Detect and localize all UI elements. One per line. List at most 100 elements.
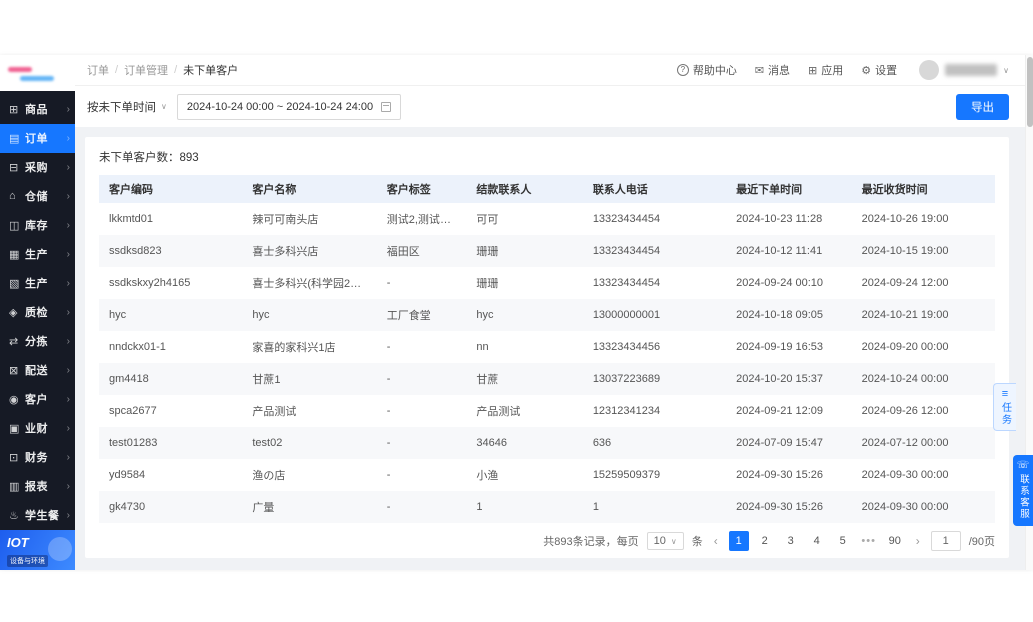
page-button-1[interactable]: 1 (728, 531, 749, 551)
topbar-action-message[interactable]: ✉ 消息 (755, 62, 790, 78)
chevron-right-icon: › (66, 335, 70, 347)
sidebar-item-orders[interactable]: ▤ 订单 › (0, 123, 75, 153)
sidebar-item-production2[interactable]: ▧ 生产 › (0, 269, 75, 298)
sidebar-item-production1[interactable]: ▦ 生产 › (0, 240, 75, 269)
page-ellipsis: ••• (861, 535, 876, 547)
sidebar-item-quality[interactable]: ◈ 质检 › (0, 298, 75, 327)
total-records-text: 共893条记录，每页 (543, 536, 639, 548)
username-redacted (945, 64, 998, 76)
user-menu[interactable]: ∨ (919, 60, 1009, 80)
page-button-4[interactable]: 4 (807, 531, 827, 551)
contact-service-floating-button[interactable]: ☏ 联系客服 (1013, 455, 1033, 526)
sidebar-item-purchase[interactable]: ⊟ 采购 › (0, 153, 75, 182)
table-cell: 产品测试 (252, 406, 297, 418)
chevron-down-icon: ∨ (161, 102, 167, 111)
table-row[interactable]: nndckx01-1 家喜的家科兴1店 - nn 13323434456 2024-09-… (99, 331, 995, 363)
table-cell: 2024-09-20 00:00 (861, 341, 949, 353)
table-cell: 2024-09-30 15:26 (736, 469, 824, 481)
iot-subtitle: 设备与环境 (7, 554, 48, 567)
customer-count-label: 未下单客户数： (99, 152, 180, 164)
table-cell: 13037223689 (592, 373, 661, 385)
sidebar-item-reports[interactable]: ▥ 报表 › (0, 472, 75, 501)
date-range-input[interactable]: 2024-10-24 00:00 ~ 2024-10-24 24:00 (176, 93, 402, 120)
table-row[interactable]: ssdksd823 喜士多科兴店 福田区 珊珊 13323434454 2024-10-1… (99, 235, 995, 267)
sidebar-item-sorting[interactable]: ⇄ 分拣 › (0, 327, 75, 356)
table-cell: 15259509379 (592, 469, 661, 481)
sidebar: ⊞ 商品 › ▤ 订单 › ⊟ 采购 › ⌂ 仓储 › ◫ 库存 › ▦ 生产 › ▧ 生产 › ◈ 质检 › ⇄ 分拣 › ⊠ 配送 ›… (0, 55, 75, 570)
page-size-select[interactable]: 10 ∨ (646, 532, 684, 550)
chevron-right-icon: › (66, 451, 70, 463)
table-row[interactable]: lkkmtd01 辣可可南头店 测试2,测试3,测试4... 可可 1332343445… (99, 203, 995, 235)
next-page-button[interactable]: › (913, 534, 923, 548)
table-cell: hyc (109, 309, 127, 321)
table-cell: 小渔 (476, 470, 499, 482)
page-jump-input[interactable]: 1 (930, 531, 961, 551)
sidebar-item-finance[interactable]: ⊡ 财务 › (0, 443, 75, 472)
purchase-icon: ⊟ (9, 161, 19, 174)
table-row[interactable]: gm4418 甘蔗1 - 甘蔗 13037223689 2024-10-20 15:37 2… (99, 363, 995, 395)
topbar-action-apps[interactable]: ⊞ 应用 (808, 62, 843, 78)
table-cell: 1 (476, 501, 483, 513)
tasks-floating-button[interactable]: ≡ 任务 (993, 383, 1016, 431)
date-range-value: 2024-10-24 00:00 ~ 2024-10-24 24:00 (186, 100, 374, 113)
topbar: 订单 / 订单管理 / 未下单客户 ? 帮助中心 ✉ 消息 ⊞ 应用 ⚙ 设置 ∨ (75, 55, 1033, 85)
sidebar-item-delivery[interactable]: ⊠ 配送 › (0, 356, 75, 385)
calendar-icon (381, 101, 392, 112)
topbar-action-gear[interactable]: ⚙ 设置 (861, 62, 897, 78)
sidebar-item-label: 配送 (25, 365, 48, 378)
page-button-5[interactable]: 5 (833, 531, 853, 551)
table-row[interactable]: test01283 test02 - 34646 636 2024-07-09 15:47… (99, 427, 995, 459)
table-cell: 2024-10-26 19:00 (861, 213, 949, 225)
quality-icon: ◈ (9, 306, 18, 319)
table-cell: 2024-07-12 00:00 (861, 437, 949, 449)
table-cell: 可可 (476, 214, 499, 226)
topbar-actions: ? 帮助中心 ✉ 消息 ⊞ 应用 ⚙ 设置 (676, 62, 897, 78)
sidebar-item-biz-finance[interactable]: ▣ 业财 › (0, 414, 75, 443)
sidebar-item-label: 质检 (25, 307, 48, 320)
table-cell: - (386, 437, 391, 449)
table-cell: 喜士多科兴(科学园2号1... (252, 278, 377, 290)
help-icon: ? (676, 64, 689, 76)
table-cell: 2024-09-30 15:26 (736, 501, 824, 513)
table-cell: 珊珊 (476, 246, 499, 258)
page-size-unit: 条 (691, 536, 703, 548)
table-cell: test02 (252, 437, 283, 449)
sidebar-item-warehouse[interactable]: ⌂ 仓储 › (0, 182, 75, 211)
sidebar-item-student-meal[interactable]: ♨ 学生餐 › (0, 501, 75, 530)
table-cell: 广量 (252, 502, 275, 514)
page-button-3[interactable]: 3 (781, 531, 801, 551)
table-row[interactable]: gk4730 广量 - 1 1 2024-09-30 15:26 2024-09-30 00… (99, 491, 995, 523)
sidebar-item-label: 生产 (25, 249, 48, 262)
sidebar-item-inventory[interactable]: ◫ 库存 › (0, 211, 75, 240)
export-button[interactable]: 导出 (956, 93, 1009, 120)
table-row[interactable]: hyc hyc 工厂食堂 hyc 13000000001 2024-10-18 09:05… (99, 299, 995, 331)
filter-type-label: 按未下单时间 (87, 101, 156, 114)
table-row[interactable]: spca2677 产品测试 - 产品测试 12312341234 2024-09-21 1… (99, 395, 995, 427)
sidebar-item-products[interactable]: ⊞ 商品 › (0, 95, 75, 124)
page-button-2[interactable]: 2 (755, 531, 775, 551)
filter-type-select[interactable]: 按未下单时间 ∨ (87, 99, 167, 115)
table-cell: 工厂食堂 (386, 310, 431, 322)
breadcrumb-item: 未下单客户 (183, 65, 239, 77)
customer-count: 未下单客户数：893 (99, 149, 995, 165)
table-cell: 2024-09-19 16:53 (736, 341, 824, 353)
topbar-action-label: 应用 (821, 65, 844, 77)
table-cell: ssdkskxy2h4165 (109, 277, 191, 289)
scrollbar-thumb[interactable] (1027, 57, 1033, 127)
chevron-right-icon: › (66, 277, 70, 289)
table-cell: 13323434456 (592, 341, 661, 353)
gear-icon: ⚙ (861, 64, 872, 77)
table-cell: hyc (252, 309, 270, 321)
topbar-action-help[interactable]: ? 帮助中心 (676, 62, 737, 78)
page-button-90[interactable]: 90 (885, 531, 905, 551)
sidebar-item-label: 报表 (25, 481, 48, 494)
breadcrumb-item[interactable]: 订单管理 (124, 62, 168, 78)
table-row[interactable]: yd9584 渔の店 - 小渔 15259509379 2024-09-30 15:26 2… (99, 459, 995, 491)
breadcrumb-item[interactable]: 订单 (87, 62, 109, 78)
table-row[interactable]: ssdkskxy2h4165 喜士多科兴(科学园2号1... - 珊珊 13323434… (99, 267, 995, 299)
table-cell: 2024-10-20 15:37 (736, 373, 824, 385)
table-cell: 2024-09-26 12:00 (861, 405, 949, 417)
table-cell: hyc (476, 309, 494, 321)
prev-page-button[interactable]: ‹ (711, 534, 721, 548)
sidebar-item-customers[interactable]: ◉ 客户 › (0, 385, 75, 414)
